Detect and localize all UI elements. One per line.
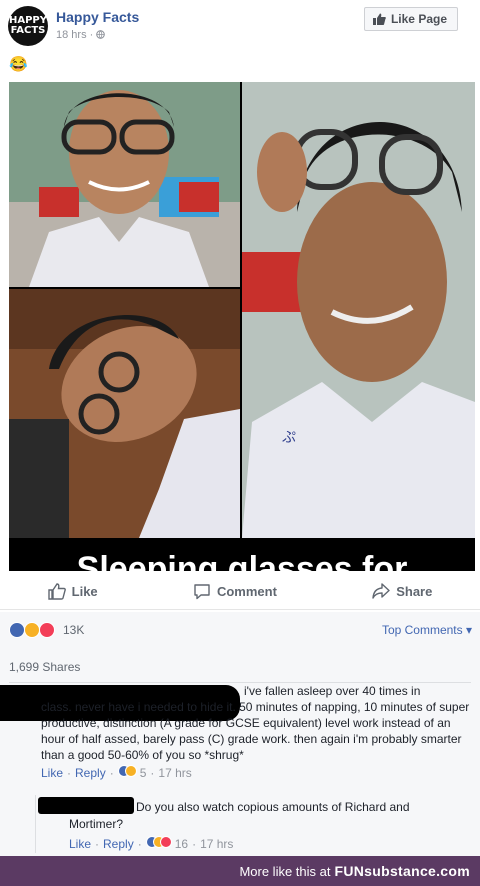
- like-button[interactable]: Like: [47, 582, 98, 600]
- comment-1-reaction-icons: [117, 765, 137, 781]
- separator-dot: ·: [109, 766, 114, 780]
- globe-icon: ·: [90, 29, 106, 41]
- like-page-label: Like Page: [390, 12, 447, 26]
- post-actions-bar: Like Comment Share: [0, 573, 480, 610]
- footer-text: More like this at: [239, 863, 331, 879]
- post-header: HAPPY FACTS Happy Facts 18 hrs · Like Pa…: [0, 0, 480, 52]
- separator-dot: ·: [95, 837, 100, 851]
- comment-2-time[interactable]: 17 hrs: [200, 836, 233, 853]
- comment-1-line-1: i've fallen asleep over 40 times in: [244, 684, 421, 698]
- comment-1-reaction-count[interactable]: 5: [140, 765, 147, 781]
- thumbs-up-icon: [372, 13, 386, 25]
- thumbs-up-outline-icon: [47, 582, 66, 600]
- image-caption: Sleeping glasses for students: [9, 538, 475, 571]
- separator-dot: ·: [137, 837, 142, 851]
- post-image[interactable]: ぷ Sleeping glasses for students: [9, 82, 475, 571]
- photo-panel-top-left: [9, 82, 240, 287]
- like-reaction-icon: [9, 622, 25, 638]
- photo-panel-right: ぷ: [242, 82, 475, 538]
- watermark-bar: More like this at FUNsubstance.com: [0, 856, 480, 886]
- comment-1: i've fallen asleep over 40 times in clas…: [41, 683, 471, 781]
- post-emoji: 😂: [9, 56, 28, 73]
- comment-2-reply-link[interactable]: Reply: [103, 836, 134, 853]
- comment-2-like-link[interactable]: Like: [69, 836, 91, 853]
- share-label: Share: [396, 583, 433, 599]
- comment-1-body: class. never have i needed to hide it. 5…: [41, 700, 470, 762]
- comment-bubble-icon: [194, 583, 210, 599]
- page-logo[interactable]: HAPPY FACTS: [8, 6, 48, 46]
- like-page-button[interactable]: Like Page: [363, 7, 458, 31]
- comment-2-text: Do you also watch copious amounts of Ric…: [69, 800, 410, 831]
- footer-brand: FUNsubstance.com: [334, 863, 470, 879]
- reaction-count: 13K: [63, 623, 85, 637]
- comment-1-like-link[interactable]: Like: [41, 765, 63, 781]
- reply-thread-line: [35, 795, 36, 853]
- haha-reaction-icon: [24, 622, 40, 638]
- comment-1-time[interactable]: 17 hrs: [158, 765, 191, 781]
- page-name-link[interactable]: Happy Facts: [56, 9, 139, 25]
- separator-dot: ·: [150, 766, 155, 780]
- comment-2: Do you also watch copious amounts of Ric…: [69, 799, 459, 853]
- share-button[interactable]: Share: [372, 583, 432, 599]
- comment-button[interactable]: Comment: [193, 583, 277, 600]
- like-label: Like: [71, 583, 98, 599]
- photo-panel-bottom-left: [9, 289, 240, 538]
- comment-2-reaction-icons: [145, 836, 172, 853]
- separator-dot: ·: [67, 766, 72, 780]
- love-reaction-icon: [39, 622, 55, 638]
- comment-1-reply-link[interactable]: Reply: [75, 765, 106, 781]
- separator-dot: ·: [192, 837, 197, 851]
- post-time-text: 18 hrs: [56, 29, 87, 41]
- caption-line-1: Sleeping glasses for: [76, 550, 408, 571]
- reactions-summary[interactable]: 13K: [9, 622, 84, 638]
- share-arrow-icon: [372, 583, 390, 599]
- logo-text-bottom: FACTS: [10, 25, 46, 36]
- post-timestamp[interactable]: 18 hrs ·: [56, 29, 106, 41]
- comment-1-text: i've fallen asleep over 40 times in clas…: [41, 683, 471, 763]
- shares-count[interactable]: 1,699 Shares: [9, 660, 80, 674]
- comment-1-meta: Like · Reply · 5 · 17 hrs: [41, 765, 471, 781]
- comment-2-reaction-count[interactable]: 16: [175, 836, 188, 853]
- comment-2-meta: Like · Reply · 16 · 17 hrs: [69, 836, 459, 853]
- top-comments-dropdown[interactable]: Top Comments ▾: [382, 623, 472, 637]
- svg-text:ぷ: ぷ: [282, 430, 296, 446]
- comment-label: Comment: [216, 583, 277, 599]
